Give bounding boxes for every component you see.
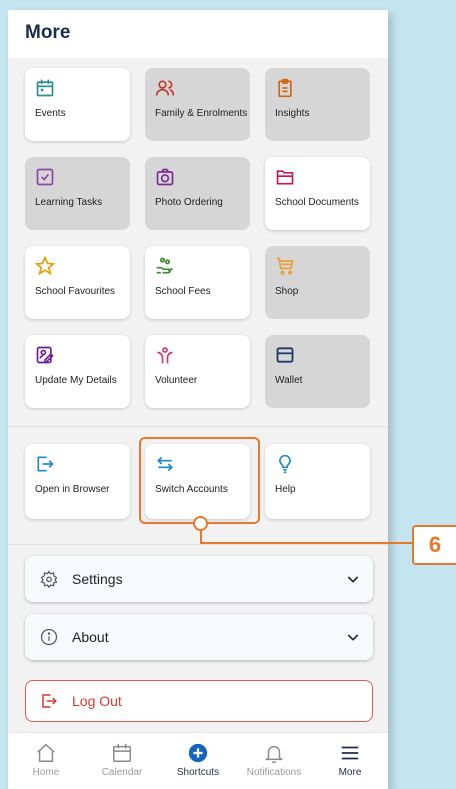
nav-label: Shortcuts xyxy=(176,767,220,778)
edit-profile-icon xyxy=(35,345,55,365)
nav-label: Calendar xyxy=(101,767,143,778)
tile-photo-ordering[interactable]: Photo Ordering xyxy=(145,157,250,230)
clipboard-icon xyxy=(275,78,295,98)
settings-row[interactable]: Settings xyxy=(25,556,373,602)
star-icon xyxy=(35,256,55,276)
tile-update-my-details[interactable]: Update My Details xyxy=(25,335,130,408)
tile-label: Events xyxy=(35,108,66,119)
menu-icon xyxy=(339,742,361,764)
nav-calendar[interactable]: Calendar xyxy=(84,733,160,789)
tile-label: Volunteer xyxy=(155,375,198,386)
switch-accounts-highlight xyxy=(139,437,260,524)
gear-icon xyxy=(40,570,58,588)
people-icon xyxy=(155,78,175,98)
tile-insights[interactable]: Insights xyxy=(265,68,370,141)
help-button[interactable]: Help xyxy=(265,444,370,519)
tile-label: Update My Details xyxy=(35,375,117,386)
callout-line xyxy=(200,542,413,544)
cart-icon xyxy=(275,256,295,276)
bottom-nav: Home Calendar Shortcuts Notifications Mo… xyxy=(8,732,388,789)
tile-learning-tasks[interactable]: Learning Tasks xyxy=(25,157,130,230)
tile-label: Family & Enrolments xyxy=(155,108,248,119)
settings-label: Settings xyxy=(72,571,123,587)
section-divider xyxy=(8,544,388,545)
open-in-browser-button[interactable]: Open in Browser xyxy=(25,444,130,519)
nav-shortcuts[interactable]: Shortcuts xyxy=(160,733,236,789)
nav-notifications[interactable]: Notifications xyxy=(236,733,312,789)
plus-circle-icon xyxy=(187,742,209,764)
info-icon xyxy=(40,628,58,646)
lightbulb-icon xyxy=(275,454,295,474)
tile-label: Photo Ordering xyxy=(155,197,223,208)
wallet-icon xyxy=(275,345,295,365)
open-external-icon xyxy=(35,454,55,474)
tile-label: School Favourites xyxy=(35,286,116,297)
chevron-down-icon xyxy=(345,629,361,645)
tile-school-fees[interactable]: School Fees xyxy=(145,246,250,319)
callout-step-badge: 6 xyxy=(412,525,456,565)
tile-family-enrolments[interactable]: Family & Enrolments xyxy=(145,68,250,141)
logout-button[interactable]: Log Out xyxy=(25,680,373,722)
hand-coins-icon xyxy=(155,256,175,276)
tile-volunteer[interactable]: Volunteer xyxy=(145,335,250,408)
nav-label: Notifications xyxy=(246,767,302,778)
tile-wallet[interactable]: Wallet xyxy=(265,335,370,408)
app-screen: More Events Family & Enrolments Insights xyxy=(8,10,388,789)
tile-label: Shop xyxy=(275,286,299,297)
calendar-icon xyxy=(35,78,55,98)
home-icon xyxy=(35,742,57,764)
camera-icon xyxy=(155,167,175,187)
folder-icon xyxy=(275,167,295,187)
nav-home[interactable]: Home xyxy=(8,733,84,789)
chevron-down-icon xyxy=(345,571,361,587)
tile-label: School Fees xyxy=(155,286,211,297)
callout-dot xyxy=(193,516,208,531)
tile-label: Open in Browser xyxy=(35,484,110,495)
tile-label: Learning Tasks xyxy=(35,197,103,208)
section-divider xyxy=(8,426,388,427)
nav-label: More xyxy=(338,767,362,778)
logout-label: Log Out xyxy=(72,693,122,709)
tile-events[interactable]: Events xyxy=(25,68,130,141)
nav-more[interactable]: More xyxy=(312,733,388,789)
bell-icon xyxy=(263,742,285,764)
tile-label: School Documents xyxy=(275,197,359,208)
logout-icon xyxy=(40,692,58,710)
page-title: More xyxy=(25,22,71,43)
about-label: About xyxy=(72,629,109,645)
tile-school-favourites[interactable]: School Favourites xyxy=(25,246,130,319)
tile-school-documents[interactable]: School Documents xyxy=(265,157,370,230)
about-row[interactable]: About xyxy=(25,614,373,660)
nav-label: Home xyxy=(32,767,60,778)
tile-label: Help xyxy=(275,484,296,495)
checkbox-icon xyxy=(35,167,55,187)
volunteer-icon xyxy=(155,345,175,365)
calendar-icon xyxy=(111,742,133,764)
tile-shop[interactable]: Shop xyxy=(265,246,370,319)
tile-label: Wallet xyxy=(275,375,303,386)
tile-label: Insights xyxy=(275,108,310,119)
